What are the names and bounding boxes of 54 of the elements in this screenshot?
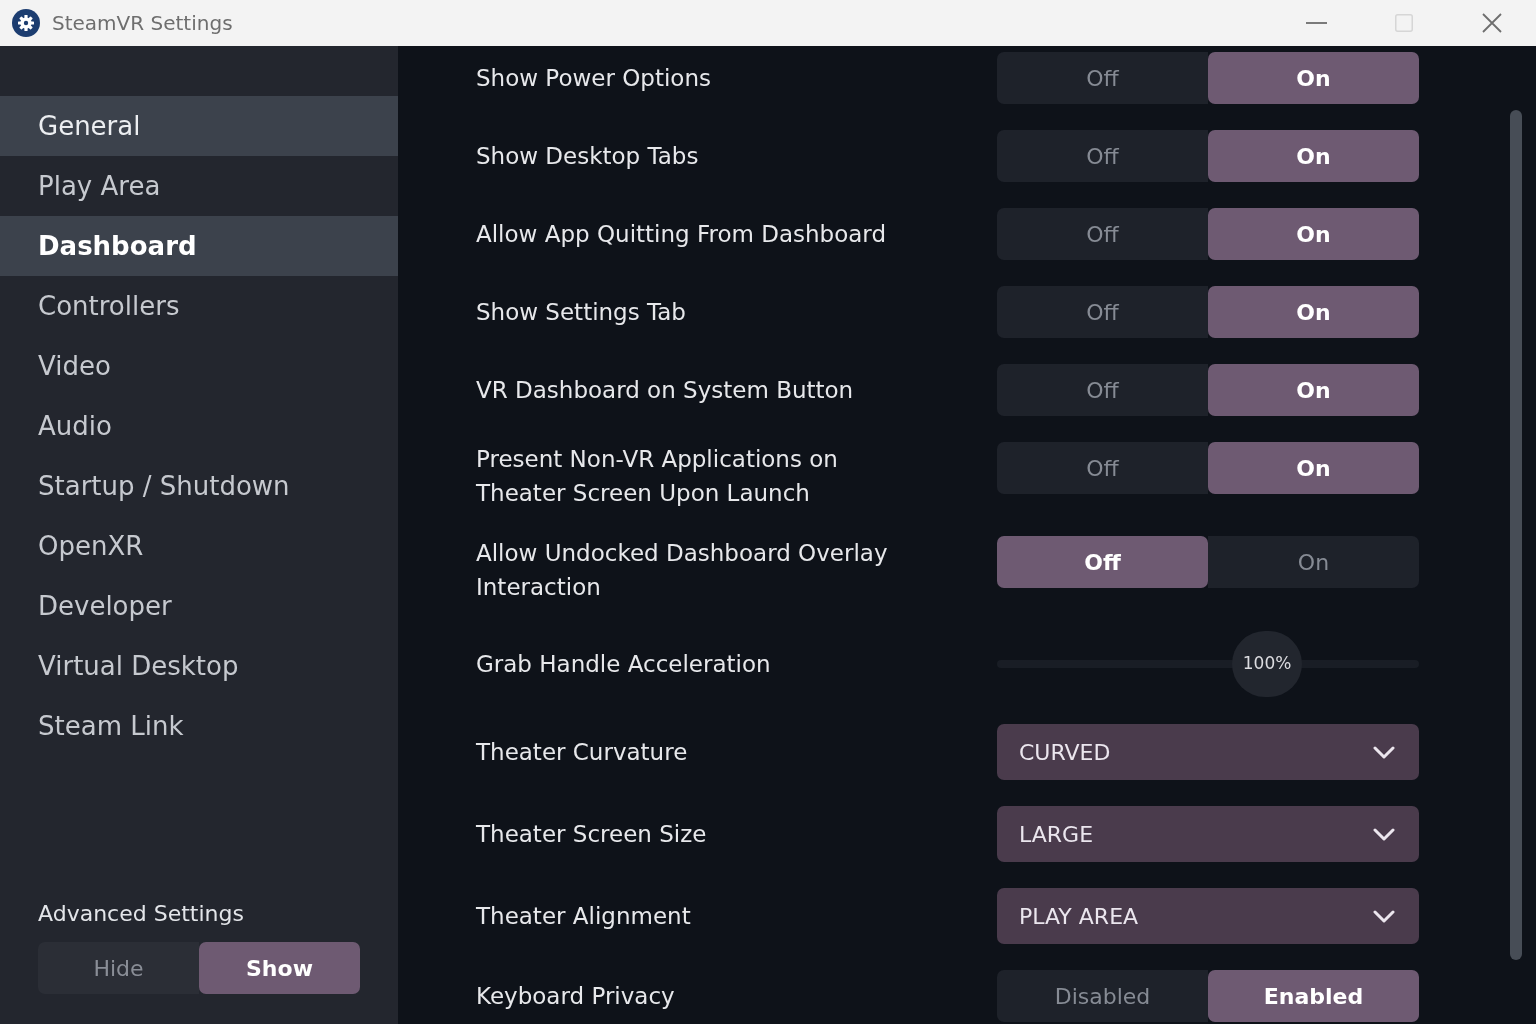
- sidebar-item[interactable]: Audio: [0, 396, 398, 456]
- minimize-icon: [1305, 22, 1327, 24]
- toggle-option[interactable]: Hide: [38, 942, 199, 994]
- slider-thumb[interactable]: 100%: [1232, 631, 1303, 697]
- chevron-down-icon: [1373, 909, 1395, 923]
- sidebar-item[interactable]: Steam Link: [0, 696, 398, 756]
- setting-label: Allow App Quitting From Dashboard: [476, 220, 886, 249]
- setting-label: VR Dashboard on System Button: [476, 376, 854, 405]
- setting-label: Grab Handle Acceleration: [476, 650, 771, 679]
- toggle-option[interactable]: On: [1208, 442, 1419, 494]
- toggle-option[interactable]: On: [1208, 286, 1419, 338]
- sidebar-item[interactable]: Video: [0, 336, 398, 396]
- setting-label: Show Settings Tab: [476, 298, 686, 327]
- setting-label: Theater Alignment: [476, 902, 691, 931]
- toggle-option[interactable]: On: [1208, 130, 1419, 182]
- toggle-option[interactable]: Off: [997, 286, 1208, 338]
- dropdown[interactable]: LARGE: [997, 806, 1419, 862]
- toggle-option[interactable]: Show: [199, 942, 360, 994]
- sidebar-item[interactable]: Virtual Desktop: [0, 636, 398, 696]
- sidebar-item[interactable]: OpenXR: [0, 516, 398, 576]
- toggle-option[interactable]: Off: [997, 536, 1208, 588]
- toggle-option[interactable]: Enabled: [1208, 970, 1419, 1022]
- toggle-option[interactable]: On: [1208, 536, 1419, 588]
- chevron-down-icon: [1373, 827, 1395, 841]
- toggle-option[interactable]: On: [1208, 208, 1419, 260]
- setting-label: Allow Undocked Dashboard Overlay Interaction: [476, 539, 889, 602]
- window-title: SteamVR Settings: [52, 10, 233, 37]
- setting-label: Theater Screen Size: [476, 820, 707, 849]
- section-label: Advanced Settings: [38, 900, 244, 928]
- sidebar-item[interactable]: Play Area: [0, 156, 398, 216]
- toggle-option[interactable]: Off: [997, 52, 1208, 104]
- toggle-option[interactable]: Off: [997, 442, 1208, 494]
- setting-label: Show Desktop Tabs: [476, 142, 699, 171]
- sidebar-item[interactable]: Dashboard: [0, 216, 398, 276]
- setting-label: Show Power Options: [476, 64, 711, 93]
- toggle-option[interactable]: On: [1208, 364, 1419, 416]
- toggle-option[interactable]: Off: [997, 130, 1208, 182]
- toggle-option[interactable]: Off: [997, 208, 1208, 260]
- toggle-option[interactable]: On: [1208, 52, 1419, 104]
- toggle-option[interactable]: Disabled: [997, 970, 1208, 1022]
- sidebar-item[interactable]: General: [0, 96, 398, 156]
- scrollbar[interactable]: [1510, 110, 1522, 960]
- setting-label: Keyboard Privacy: [476, 982, 675, 1011]
- dropdown[interactable]: CURVED: [997, 724, 1419, 780]
- setting-label: Theater Curvature: [476, 738, 688, 767]
- dropdown[interactable]: PLAY AREA: [997, 888, 1419, 944]
- close-icon: [1482, 13, 1502, 33]
- gear-icon: [12, 9, 40, 37]
- chevron-down-icon: [1373, 745, 1395, 759]
- toggle-option[interactable]: Off: [997, 364, 1208, 416]
- sidebar-item[interactable]: Developer: [0, 576, 398, 636]
- sidebar-item[interactable]: Startup / Shutdown: [0, 456, 398, 516]
- setting-label: Present Non-VR Applications on Theater Screen Upon Launch: [476, 445, 839, 508]
- sidebar-item[interactable]: Controllers: [0, 276, 398, 336]
